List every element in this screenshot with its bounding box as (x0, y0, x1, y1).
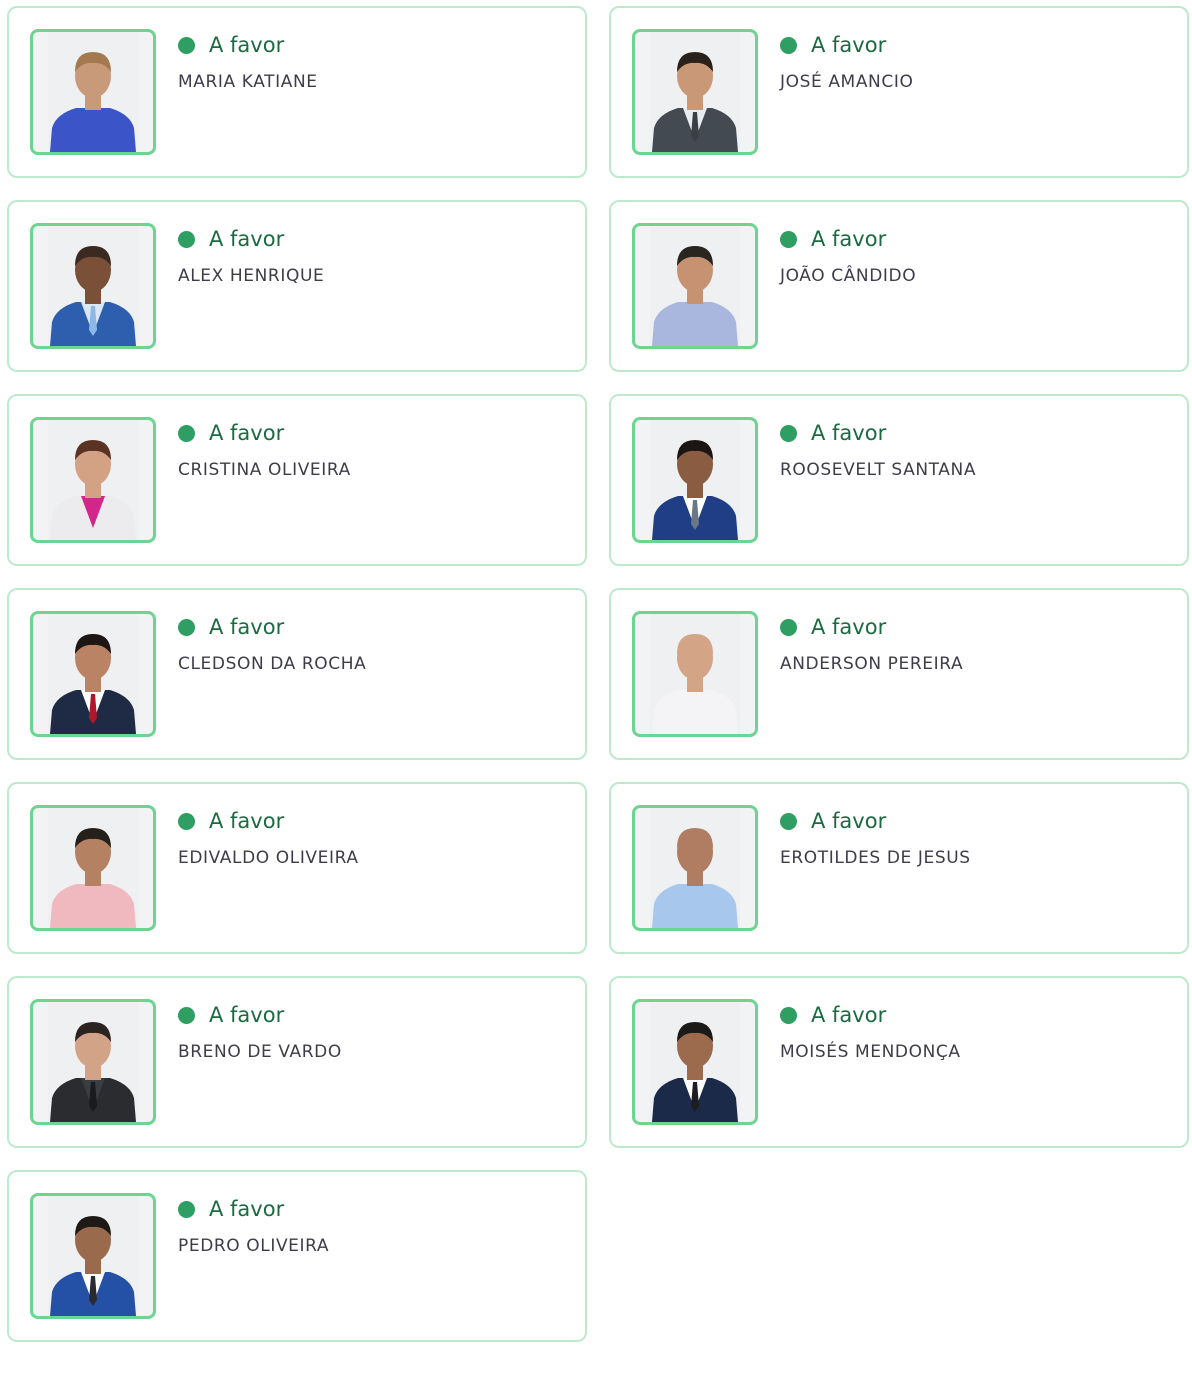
vote-list: A favor MARIA KATIANE A favor JOSÉ AMANCIO A… (7, 6, 1189, 1342)
vote-label: A favor (811, 227, 887, 251)
avatar-icon (650, 420, 740, 540)
status-dot-icon (178, 1006, 195, 1024)
status-dot-icon (780, 36, 797, 54)
status-dot-icon (780, 1006, 797, 1024)
vote-status: A favor (178, 614, 284, 640)
status-dot-icon (780, 812, 797, 830)
vote-card: A favor PEDRO OLIVEIRA (7, 1170, 587, 1342)
councillor-name: MARIA KATIANE (178, 72, 318, 92)
vote-card: A favor EDIVALDO OLIVEIRA (7, 782, 587, 954)
avatar-icon (650, 614, 740, 734)
councillor-photo (632, 999, 758, 1125)
status-dot-icon (178, 1200, 195, 1218)
vote-status: A favor (780, 32, 886, 58)
avatar-icon (48, 1196, 138, 1316)
councillor-name: PEDRO OLIVEIRA (178, 1236, 330, 1256)
avatar-icon (650, 32, 740, 152)
councillor-photo (632, 223, 758, 349)
vote-status: A favor (178, 808, 284, 834)
councillor-photo (30, 29, 156, 155)
councillor-photo (632, 417, 758, 543)
vote-label: A favor (811, 615, 887, 639)
councillor-name: MOISÉS MENDONÇA (780, 1042, 961, 1062)
avatar-icon (650, 226, 740, 346)
vote-status: A favor (178, 226, 284, 252)
avatar-icon (650, 808, 740, 928)
councillor-photo (30, 417, 156, 543)
councillor-photo (632, 29, 758, 155)
councillor-name: EROTILDES DE JESUS (780, 848, 971, 868)
councillor-name: BRENO DE VARDO (178, 1042, 342, 1062)
vote-card: A favor ROOSEVELT SANTANA (609, 394, 1189, 566)
vote-card: A favor EROTILDES DE JESUS (609, 782, 1189, 954)
avatar-icon (48, 420, 138, 540)
status-dot-icon (178, 618, 195, 636)
vote-card: A favor JOSÉ AMANCIO (609, 6, 1189, 178)
vote-label: A favor (811, 809, 887, 833)
vote-status: A favor (780, 614, 886, 640)
status-dot-icon (780, 618, 797, 636)
councillor-photo (30, 611, 156, 737)
status-dot-icon (178, 812, 195, 830)
councillor-photo (30, 805, 156, 931)
vote-card: A favor MARIA KATIANE (7, 6, 587, 178)
vote-card: A favor CRISTINA OLIVEIRA (7, 394, 587, 566)
status-dot-icon (780, 230, 797, 248)
vote-status: A favor (178, 420, 284, 446)
councillor-name: CLEDSON DA ROCHA (178, 654, 367, 674)
vote-status: A favor (178, 1196, 284, 1222)
councillor-name: ALEX HENRIQUE (178, 266, 325, 286)
vote-status: A favor (780, 808, 886, 834)
vote-card: A favor BRENO DE VARDO (7, 976, 587, 1148)
vote-status: A favor (780, 420, 886, 446)
vote-label: A favor (209, 809, 285, 833)
status-dot-icon (780, 424, 797, 442)
vote-status: A favor (780, 226, 886, 252)
vote-label: A favor (209, 227, 285, 251)
councillor-photo (30, 999, 156, 1125)
vote-label: A favor (811, 421, 887, 445)
councillor-name: JOSÉ AMANCIO (780, 72, 914, 92)
councillor-name: JOÃO CÂNDIDO (780, 266, 917, 286)
vote-label: A favor (811, 33, 887, 57)
status-dot-icon (178, 36, 195, 54)
vote-status: A favor (178, 1002, 284, 1028)
avatar-icon (48, 1002, 138, 1122)
councillor-name: ROOSEVELT SANTANA (780, 460, 977, 480)
vote-status: A favor (780, 1002, 886, 1028)
vote-label: A favor (209, 1197, 285, 1221)
avatar-icon (650, 1002, 740, 1122)
vote-card: A favor MOISÉS MENDONÇA (609, 976, 1189, 1148)
councillor-name: ANDERSON PEREIRA (780, 654, 964, 674)
vote-card: A favor ALEX HENRIQUE (7, 200, 587, 372)
vote-label: A favor (209, 615, 285, 639)
avatar-icon (48, 226, 138, 346)
avatar-icon (48, 32, 138, 152)
avatar-icon (48, 614, 138, 734)
vote-label: A favor (209, 1003, 285, 1027)
vote-card: A favor JOÃO CÂNDIDO (609, 200, 1189, 372)
vote-label: A favor (209, 33, 285, 57)
avatar-icon (48, 808, 138, 928)
vote-label: A favor (811, 1003, 887, 1027)
vote-card: A favor CLEDSON DA ROCHA (7, 588, 587, 760)
vote-label: A favor (209, 421, 285, 445)
councillor-name: EDIVALDO OLIVEIRA (178, 848, 359, 868)
councillor-photo (30, 223, 156, 349)
status-dot-icon (178, 424, 195, 442)
status-dot-icon (178, 230, 195, 248)
vote-card: A favor ANDERSON PEREIRA (609, 588, 1189, 760)
councillor-photo (632, 611, 758, 737)
councillor-photo (30, 1193, 156, 1319)
councillor-name: CRISTINA OLIVEIRA (178, 460, 351, 480)
councillor-photo (632, 805, 758, 931)
vote-status: A favor (178, 32, 284, 58)
